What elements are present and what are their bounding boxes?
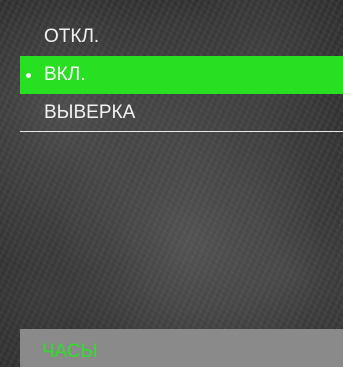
menu-item-alignment[interactable]: ВЫВЕРКА (20, 94, 343, 132)
footer-title: ЧАСЫ (42, 341, 98, 362)
menu-item-label: ВКЛ. (44, 64, 86, 85)
menu-item-off[interactable]: ОТКЛ. (20, 18, 343, 56)
bullet-icon (26, 73, 31, 78)
menu-item-on[interactable]: ВКЛ. (20, 56, 343, 94)
option-menu: ОТКЛ. ВКЛ. ВЫВЕРКА (20, 18, 343, 132)
menu-footer: ЧАСЫ (20, 329, 343, 367)
menu-item-label: ВЫВЕРКА (44, 102, 136, 123)
camera-menu-screen: ОТКЛ. ВКЛ. ВЫВЕРКА ЧАСЫ (0, 0, 343, 367)
menu-item-label: ОТКЛ. (44, 26, 100, 47)
